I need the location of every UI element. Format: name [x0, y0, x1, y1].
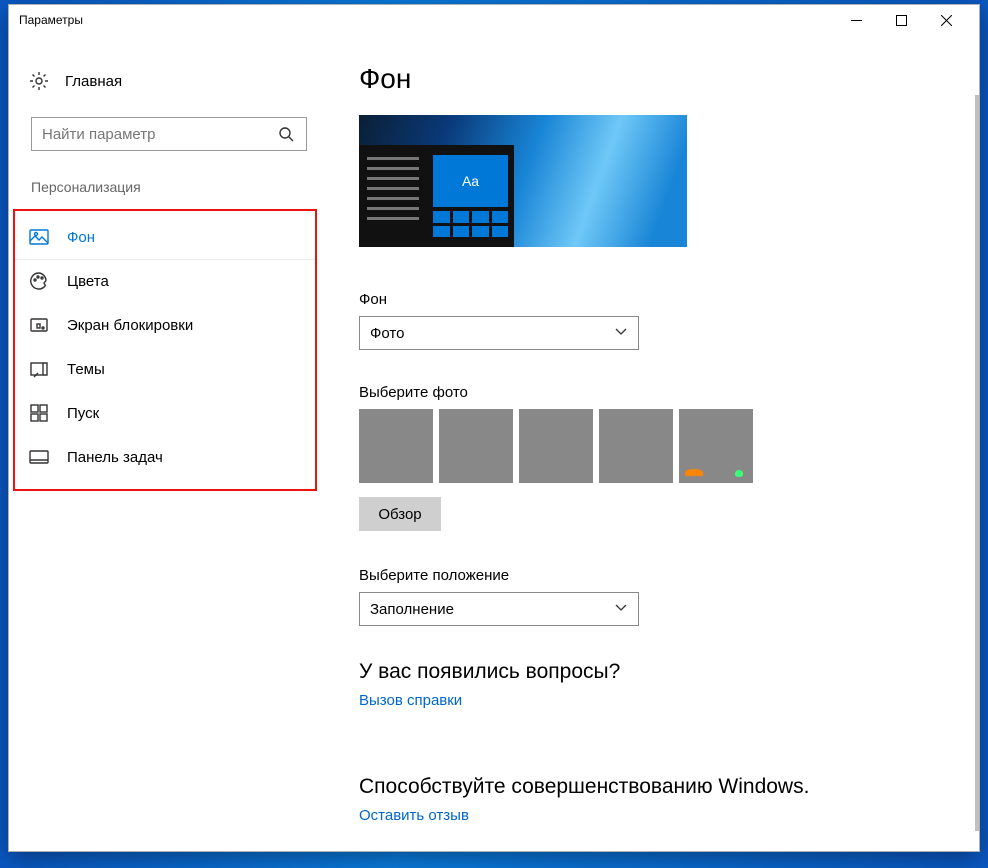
content-area: Фон Aa Фон Фото Выберите фото — [329, 35, 979, 851]
start-icon — [29, 403, 49, 423]
maximize-button[interactable] — [879, 6, 924, 34]
browse-label: Обзор — [378, 506, 421, 523]
sidebar-item-start[interactable]: Пуск — [15, 391, 315, 435]
minimize-button[interactable] — [834, 6, 879, 34]
preview-tile-text: Aa — [433, 155, 508, 207]
position-value: Заполнение — [370, 601, 454, 618]
background-label: Фон — [359, 291, 939, 308]
scrollbar[interactable] — [975, 95, 979, 831]
browse-button[interactable]: Обзор — [359, 497, 441, 531]
desktop-preview: Aa — [359, 115, 687, 247]
lockscreen-icon — [29, 315, 49, 335]
close-button[interactable] — [924, 6, 969, 34]
position-select[interactable]: Заполнение — [359, 592, 639, 626]
section-title: Персонализация — [31, 179, 321, 195]
home-label: Главная — [65, 73, 122, 90]
window-title: Параметры — [19, 13, 83, 27]
chevron-down-icon — [614, 324, 628, 342]
background-select[interactable]: Фото — [359, 316, 639, 350]
gear-icon — [29, 71, 49, 91]
sidebar-item-label: Темы — [67, 361, 105, 378]
sidebar-item-background[interactable]: Фон — [15, 215, 315, 259]
home-button[interactable]: Главная — [9, 63, 321, 99]
help-link[interactable]: Вызов справки — [359, 692, 939, 709]
position-label: Выберите положение — [359, 567, 939, 584]
sidebar-item-label: Панель задач — [67, 449, 163, 466]
chevron-down-icon — [614, 600, 628, 618]
settings-window: Параметры Главная Найти параметр — [8, 4, 980, 852]
minimize-icon — [851, 15, 862, 26]
sidebar-item-label: Пуск — [67, 405, 99, 422]
page-title: Фон — [359, 63, 939, 95]
photo-thumb-3[interactable] — [519, 409, 593, 483]
search-input[interactable]: Найти параметр — [31, 117, 307, 151]
title-bar: Параметры — [9, 5, 979, 35]
photo-thumb-5[interactable] — [679, 409, 753, 483]
sidebar-item-colors[interactable]: Цвета — [15, 259, 315, 303]
sidebar-item-themes[interactable]: Темы — [15, 347, 315, 391]
photo-thumbnails — [359, 409, 939, 483]
taskbar-icon — [29, 447, 49, 467]
picture-icon — [29, 227, 49, 247]
improve-heading: Способствуйте совершенствованию Windows. — [359, 775, 939, 799]
close-icon — [941, 15, 952, 26]
sidebar-item-label: Цвета — [67, 273, 109, 290]
search-placeholder: Найти параметр — [42, 126, 156, 143]
feedback-link[interactable]: Оставить отзыв — [359, 807, 939, 824]
choose-photo-label: Выберите фото — [359, 384, 939, 401]
sidebar-item-label: Экран блокировки — [67, 317, 193, 334]
palette-icon — [29, 271, 49, 291]
sidebar-item-taskbar[interactable]: Панель задач — [15, 435, 315, 479]
photo-thumb-1[interactable] — [359, 409, 433, 483]
sidebar-item-label: Фон — [67, 229, 95, 246]
sidebar-items-highlight: Фон Цвета Экран блокировки — [13, 209, 317, 491]
themes-icon — [29, 359, 49, 379]
sidebar: Главная Найти параметр Персонализация Фо… — [9, 35, 329, 851]
questions-heading: У вас появились вопросы? — [359, 660, 939, 684]
background-value: Фото — [370, 325, 404, 342]
sidebar-item-lockscreen[interactable]: Экран блокировки — [15, 303, 315, 347]
search-icon — [276, 124, 296, 144]
maximize-icon — [896, 15, 907, 26]
photo-thumb-2[interactable] — [439, 409, 513, 483]
photo-thumb-4[interactable] — [599, 409, 673, 483]
